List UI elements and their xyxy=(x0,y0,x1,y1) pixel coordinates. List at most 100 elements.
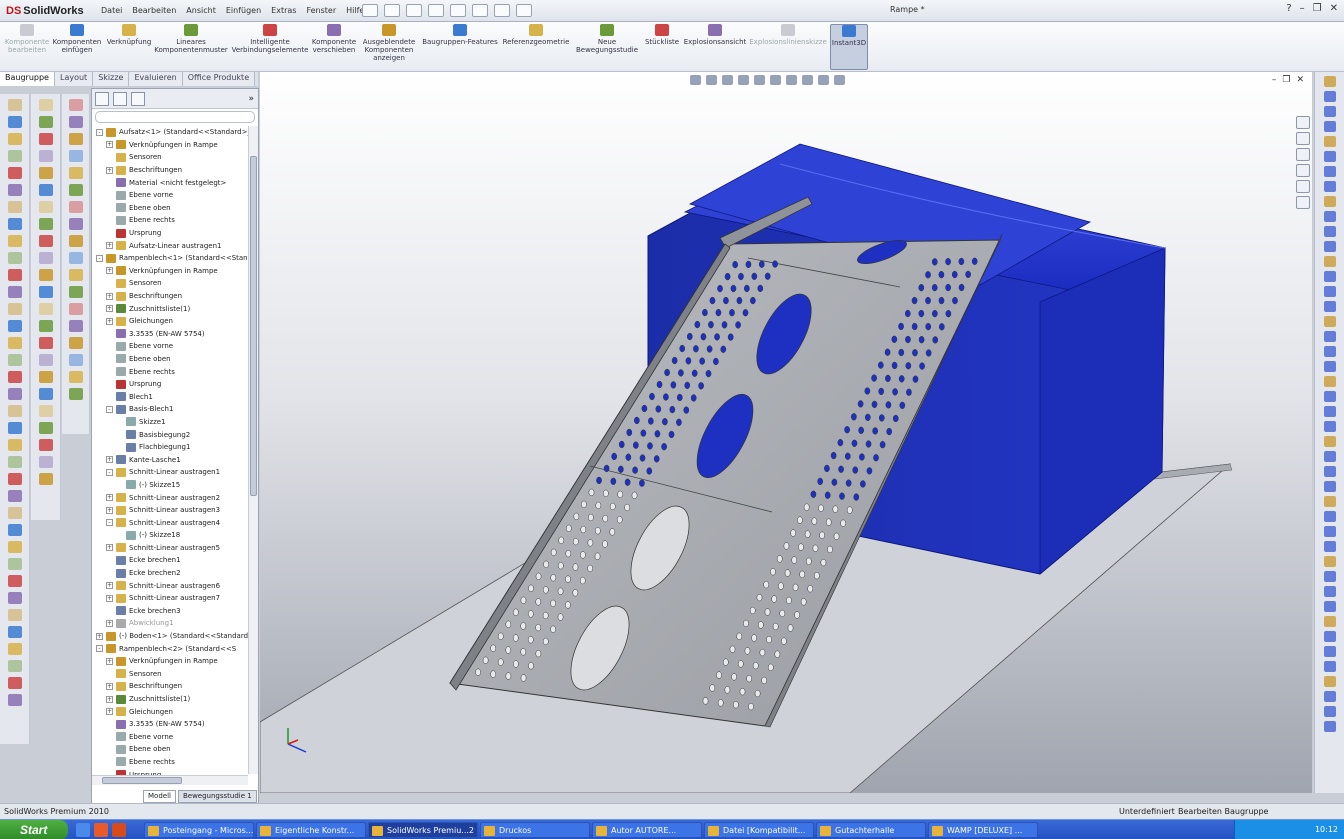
configuration-manager-tab-icon[interactable] xyxy=(131,91,145,106)
viewport-minimize-icon[interactable]: – xyxy=(1272,75,1277,85)
tool-icon[interactable] xyxy=(7,133,22,145)
sketch-tool-icon[interactable] xyxy=(1323,241,1336,252)
tree-item[interactable]: + Schnitt-Linear austragen5 xyxy=(92,542,248,555)
tool-icon[interactable] xyxy=(7,456,22,468)
tree-item[interactable]: Blech1 xyxy=(92,390,248,403)
expand-icon[interactable]: + xyxy=(106,708,113,716)
tree-item[interactable]: + Verknüpfungen in Rampe xyxy=(92,139,248,152)
ribbon-exploded-view-button[interactable]: Explosionsansicht xyxy=(684,24,746,70)
tool-icon[interactable] xyxy=(7,694,22,706)
ribbon-linear-pattern-button[interactable]: Lineares Komponentenmuster xyxy=(154,24,228,70)
tree-item[interactable]: + Beschriftungen xyxy=(92,164,248,177)
tool-icon[interactable] xyxy=(68,337,83,349)
tool-icon[interactable] xyxy=(38,388,53,400)
sketch-tool-icon[interactable] xyxy=(1323,76,1336,87)
hide-show-icon[interactable] xyxy=(786,75,797,85)
sketch-tool-icon[interactable] xyxy=(1323,466,1336,477)
options-icon[interactable] xyxy=(516,4,532,17)
tree-item[interactable]: - Schnitt-Linear austragen4 xyxy=(92,516,248,529)
tool-icon[interactable] xyxy=(68,320,83,332)
tool-icon[interactable] xyxy=(7,490,22,502)
sketch-tool-icon[interactable] xyxy=(1323,556,1336,567)
tree-item[interactable]: + Zuschnittsliste(1) xyxy=(92,302,248,315)
menu-item-1[interactable]: Bearbeiten xyxy=(127,4,181,17)
tree-item[interactable]: Ebene rechts xyxy=(92,214,248,227)
tool-icon[interactable] xyxy=(7,677,22,689)
tool-icon[interactable] xyxy=(38,320,53,332)
tool-icon[interactable] xyxy=(38,422,53,434)
graphics-area[interactable]: – ❐ ✕ xyxy=(260,72,1312,793)
model-tab-1[interactable]: Bewegungsstudie 1 xyxy=(177,790,257,803)
tool-icon[interactable] xyxy=(68,303,83,315)
feature-tree-tab-icon[interactable] xyxy=(95,91,109,106)
tool-icon[interactable] xyxy=(7,337,22,349)
expand-chevron-icon[interactable]: » xyxy=(248,94,254,104)
ribbon-mate-button[interactable]: Verknüpfung xyxy=(106,24,152,70)
viewport-restore-icon[interactable]: ❐ xyxy=(1282,75,1290,85)
scene-icon[interactable] xyxy=(818,75,829,85)
tool-icon[interactable] xyxy=(38,218,53,230)
expand-icon[interactable]: + xyxy=(106,317,113,325)
tree-item[interactable]: Sensoren xyxy=(92,151,248,164)
tool-icon[interactable] xyxy=(7,286,22,298)
tree-item[interactable]: Ursprung xyxy=(92,227,248,240)
undo-icon[interactable] xyxy=(450,4,466,17)
tree-item[interactable]: + Kante-Lasche1 xyxy=(92,453,248,466)
collapse-icon[interactable]: - xyxy=(106,468,113,476)
tree-filter-input[interactable] xyxy=(95,111,255,123)
tool-icon[interactable] xyxy=(7,116,22,128)
sketch-tool-icon[interactable] xyxy=(1323,391,1336,402)
ribbon-show-hidden-button[interactable]: Ausgeblendete Komponenten anzeigen xyxy=(362,24,416,70)
rebuild-icon[interactable] xyxy=(494,4,510,17)
tree-item[interactable]: Flachbiegung1 xyxy=(92,441,248,454)
new-document-icon[interactable] xyxy=(362,4,378,17)
tree-vertical-scrollbar[interactable] xyxy=(248,126,258,774)
ribbon-edit-component-button[interactable]: Komponente bearbeiten xyxy=(4,24,50,70)
tool-icon[interactable] xyxy=(38,269,53,281)
resources-icon[interactable] xyxy=(1296,132,1310,145)
tree-item[interactable]: 3.3535 (EN-AW 5754) xyxy=(92,328,248,341)
tree-item[interactable]: Ebene vorne xyxy=(92,340,248,353)
sketch-tool-icon[interactable] xyxy=(1323,91,1336,102)
sketch-tool-icon[interactable] xyxy=(1323,376,1336,387)
tool-icon[interactable] xyxy=(7,184,22,196)
sketch-tool-icon[interactable] xyxy=(1323,676,1336,687)
tool-icon[interactable] xyxy=(38,405,53,417)
sketch-tool-icon[interactable] xyxy=(1323,451,1336,462)
file-explorer-icon[interactable] xyxy=(1296,164,1310,177)
collapse-icon[interactable]: - xyxy=(96,645,103,653)
expand-icon[interactable]: + xyxy=(106,506,113,514)
tab-skizze[interactable]: Skizze xyxy=(93,72,130,86)
ribbon-smart-fasteners-button[interactable]: Intelligente Verbindungselemente xyxy=(232,24,308,70)
solidworks-logo[interactable]: DS SolidWorks xyxy=(2,3,88,19)
sketch-tool-icon[interactable] xyxy=(1323,361,1336,372)
sketch-tool-icon[interactable] xyxy=(1323,121,1336,132)
sketch-tool-icon[interactable] xyxy=(1323,496,1336,507)
tool-icon[interactable] xyxy=(7,609,22,621)
sketch-tool-icon[interactable] xyxy=(1323,661,1336,672)
expand-icon[interactable]: + xyxy=(106,594,113,602)
tab-office-produkte[interactable]: Office Produkte xyxy=(182,72,256,86)
sketch-tool-icon[interactable] xyxy=(1323,346,1336,357)
sketch-tool-icon[interactable] xyxy=(1323,436,1336,447)
tree-item[interactable]: - Rampenblech<2> (Standard<<S xyxy=(92,642,248,655)
tool-icon[interactable] xyxy=(7,524,22,536)
tool-icon[interactable] xyxy=(7,660,22,672)
sketch-tool-icon[interactable] xyxy=(1323,316,1336,327)
ribbon-explode-line-button[interactable]: Explosionslinienskizze xyxy=(749,24,827,70)
tool-icon[interactable] xyxy=(38,286,53,298)
taskbar-task[interactable]: Datei [Kompatibilit... xyxy=(704,822,814,838)
tree-item[interactable]: Material <nicht festgelegt> xyxy=(92,176,248,189)
home-icon[interactable] xyxy=(1296,116,1310,129)
tool-icon[interactable] xyxy=(38,354,53,366)
tree-item[interactable]: Basisbiegung2 xyxy=(92,428,248,441)
tree-item[interactable]: - Aufsatz<1> (Standard<<Standard>_An xyxy=(92,126,248,139)
tree-item[interactable]: + Zuschnittsliste(1) xyxy=(92,693,248,706)
view-orientation-icon[interactable] xyxy=(754,75,765,85)
tree-horizontal-scrollbar[interactable] xyxy=(92,775,248,785)
sketch-tool-icon[interactable] xyxy=(1323,166,1336,177)
tool-icon[interactable] xyxy=(7,303,22,315)
save-icon[interactable] xyxy=(406,4,422,17)
ribbon-motion-study-button[interactable]: Neue Bewegungsstudie xyxy=(576,24,638,70)
expand-icon[interactable]: + xyxy=(106,657,113,665)
